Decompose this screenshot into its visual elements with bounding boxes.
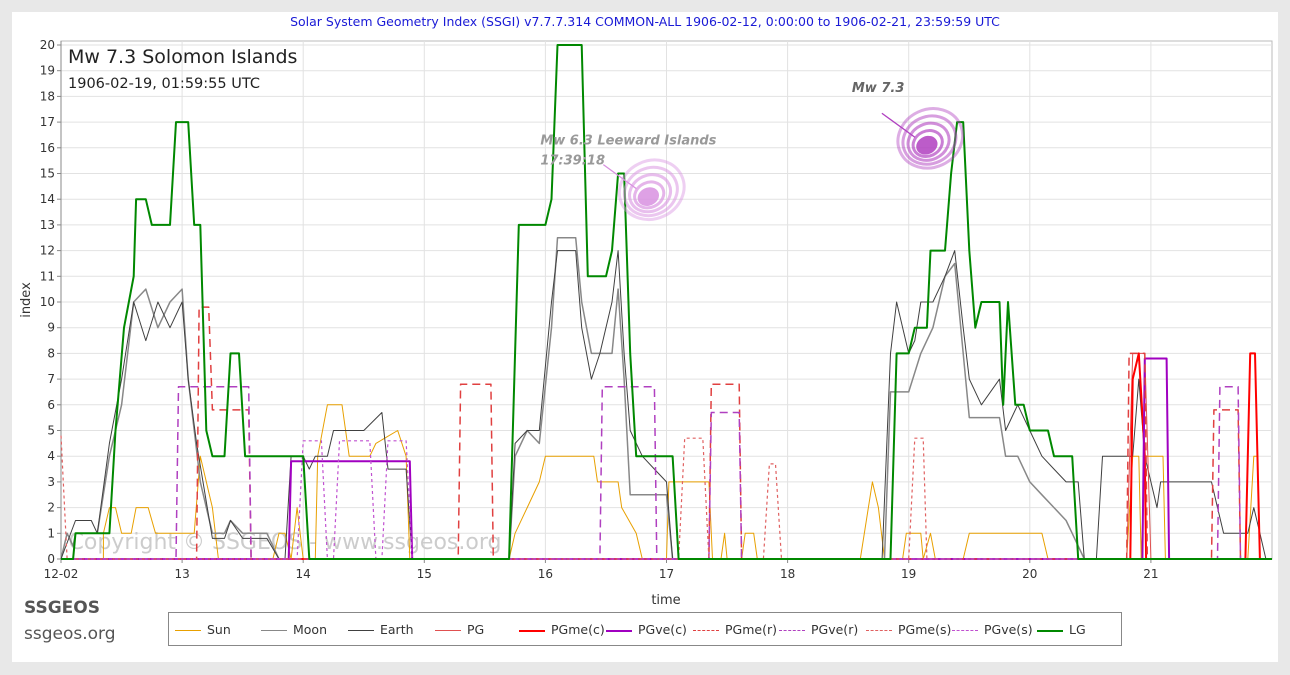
- x-tick-label: 18: [780, 567, 795, 581]
- legend-item: PGve(c): [606, 622, 687, 637]
- legend-label: PGme(s): [898, 622, 952, 637]
- y-tick-label: 4: [47, 449, 55, 463]
- marker-sublabel: 17:39:18: [540, 154, 605, 169]
- x-tick-label: 14: [296, 567, 311, 581]
- y-tick-label: 0: [47, 552, 55, 566]
- legend-label: PGve(r): [811, 622, 859, 637]
- y-tick-label: 15: [40, 167, 55, 181]
- legend-label: PGme(c): [551, 622, 605, 637]
- legend-label: LG: [1069, 622, 1086, 637]
- legend-item: PGme(r): [693, 622, 777, 637]
- x-tick-label: 15: [417, 567, 432, 581]
- x-axis-label: time: [651, 593, 680, 608]
- legend-label: Earth: [380, 622, 414, 637]
- y-tick-label: 12: [40, 244, 55, 258]
- legend-swatch: [866, 630, 892, 631]
- legend-label: PG: [467, 622, 485, 637]
- legend-item: PG: [435, 622, 484, 637]
- legend-swatch: [175, 630, 201, 631]
- legend-label: PGve(s): [984, 622, 1033, 637]
- y-tick-label: 2: [47, 501, 55, 515]
- y-tick-label: 5: [47, 424, 55, 438]
- x-tick-label: 20: [1022, 567, 1037, 581]
- y-tick-label: 17: [40, 115, 55, 129]
- brand-name: SSGEOS: [24, 598, 100, 618]
- y-tick-label: 19: [40, 64, 55, 78]
- chart-legend: Sun Moon Earth PG PGme(c) PGve(c) PGme(r) PGve(…: [168, 612, 1122, 646]
- y-tick-label: 18: [40, 89, 55, 103]
- legend-item: PGve(r): [779, 622, 858, 637]
- x-tick-label: 19: [901, 567, 916, 581]
- y-tick-label: 7: [47, 372, 55, 386]
- legend-swatch: [519, 629, 545, 632]
- marker-label: Mw 7.3: [852, 81, 905, 96]
- legend-item: PGme(c): [519, 622, 605, 637]
- legend-swatch: [261, 630, 287, 631]
- brand-site[interactable]: ssgeos.org: [24, 624, 116, 644]
- legend-item: PGme(s): [866, 622, 951, 637]
- y-axis-label: index: [19, 282, 34, 318]
- legend-swatch: [693, 630, 719, 631]
- marker-label: Mw 6.3 Leeward Islands: [540, 134, 716, 149]
- legend-swatch: [952, 630, 978, 631]
- y-tick-label: 16: [40, 141, 55, 155]
- x-tick-label: 13: [174, 567, 189, 581]
- x-tick-label: 21: [1143, 567, 1158, 581]
- y-tick-label: 13: [40, 218, 55, 232]
- legend-item: PGve(s): [952, 622, 1033, 637]
- chart-svg: 0123456789101112131415161718192012-02 13 1…: [19, 38, 1273, 608]
- legend-label: PGme(r): [725, 622, 777, 637]
- x-tick-label: 12-02: [44, 567, 79, 581]
- legend-swatch: [348, 630, 374, 631]
- y-tick-label: 1: [47, 526, 55, 540]
- legend-swatch: [779, 630, 805, 631]
- legend-label: PGve(c): [638, 622, 687, 637]
- y-tick-label: 3: [47, 475, 55, 489]
- y-tick-label: 11: [40, 269, 55, 283]
- legend-swatch: [606, 629, 632, 632]
- y-tick-label: 10: [40, 295, 55, 309]
- y-tick-label: 8: [47, 346, 55, 360]
- y-tick-label: 14: [40, 192, 55, 206]
- legend-swatch: [1037, 629, 1063, 632]
- x-tick-label: 16: [538, 567, 553, 581]
- legend-item: Sun: [175, 622, 231, 637]
- y-tick-label: 9: [47, 321, 55, 335]
- event-title: Mw 7.3 Solomon Islands: [68, 46, 297, 68]
- y-tick-label: 6: [47, 398, 55, 412]
- legend-item: LG: [1037, 622, 1086, 637]
- legend-item: Earth: [348, 622, 414, 637]
- x-tick-label: 17: [659, 567, 674, 581]
- legend-item: Moon: [261, 622, 327, 637]
- y-tick-label: 20: [40, 38, 55, 52]
- legend-label: Sun: [207, 622, 231, 637]
- legend-label: Moon: [293, 622, 328, 637]
- event-time: 1906-02-19, 01:59:55 UTC: [68, 76, 260, 92]
- legend-swatch: [435, 630, 461, 631]
